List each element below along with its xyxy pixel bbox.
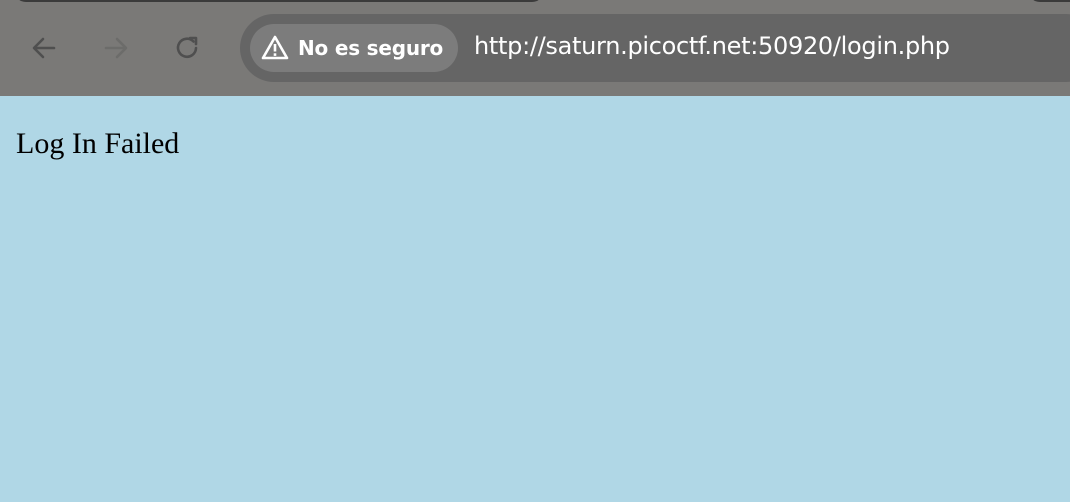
warning-triangle-icon	[261, 35, 289, 60]
security-indicator-button[interactable]: No es seguro	[250, 24, 458, 72]
arrow-right-icon	[104, 37, 128, 59]
security-label: No es seguro	[298, 36, 444, 60]
login-failed-message: Log In Failed	[16, 127, 180, 160]
reload-icon	[176, 36, 198, 58]
url-text[interactable]: http://saturn.picoctf.net:50920/login.ph…	[474, 32, 950, 60]
next-tab-edge[interactable]	[1028, 0, 1070, 2]
reload-button[interactable]	[168, 28, 208, 68]
active-tab-edge[interactable]	[14, 0, 544, 2]
address-bar[interactable]: No es seguro http://saturn.picoctf.net:5…	[240, 14, 1070, 82]
page-content: Log In Failed	[0, 96, 1070, 502]
arrow-left-icon	[32, 37, 56, 59]
browser-toolbar: No es seguro http://saturn.picoctf.net:5…	[0, 0, 1070, 96]
back-button[interactable]	[24, 28, 64, 68]
forward-button[interactable]	[96, 28, 136, 68]
